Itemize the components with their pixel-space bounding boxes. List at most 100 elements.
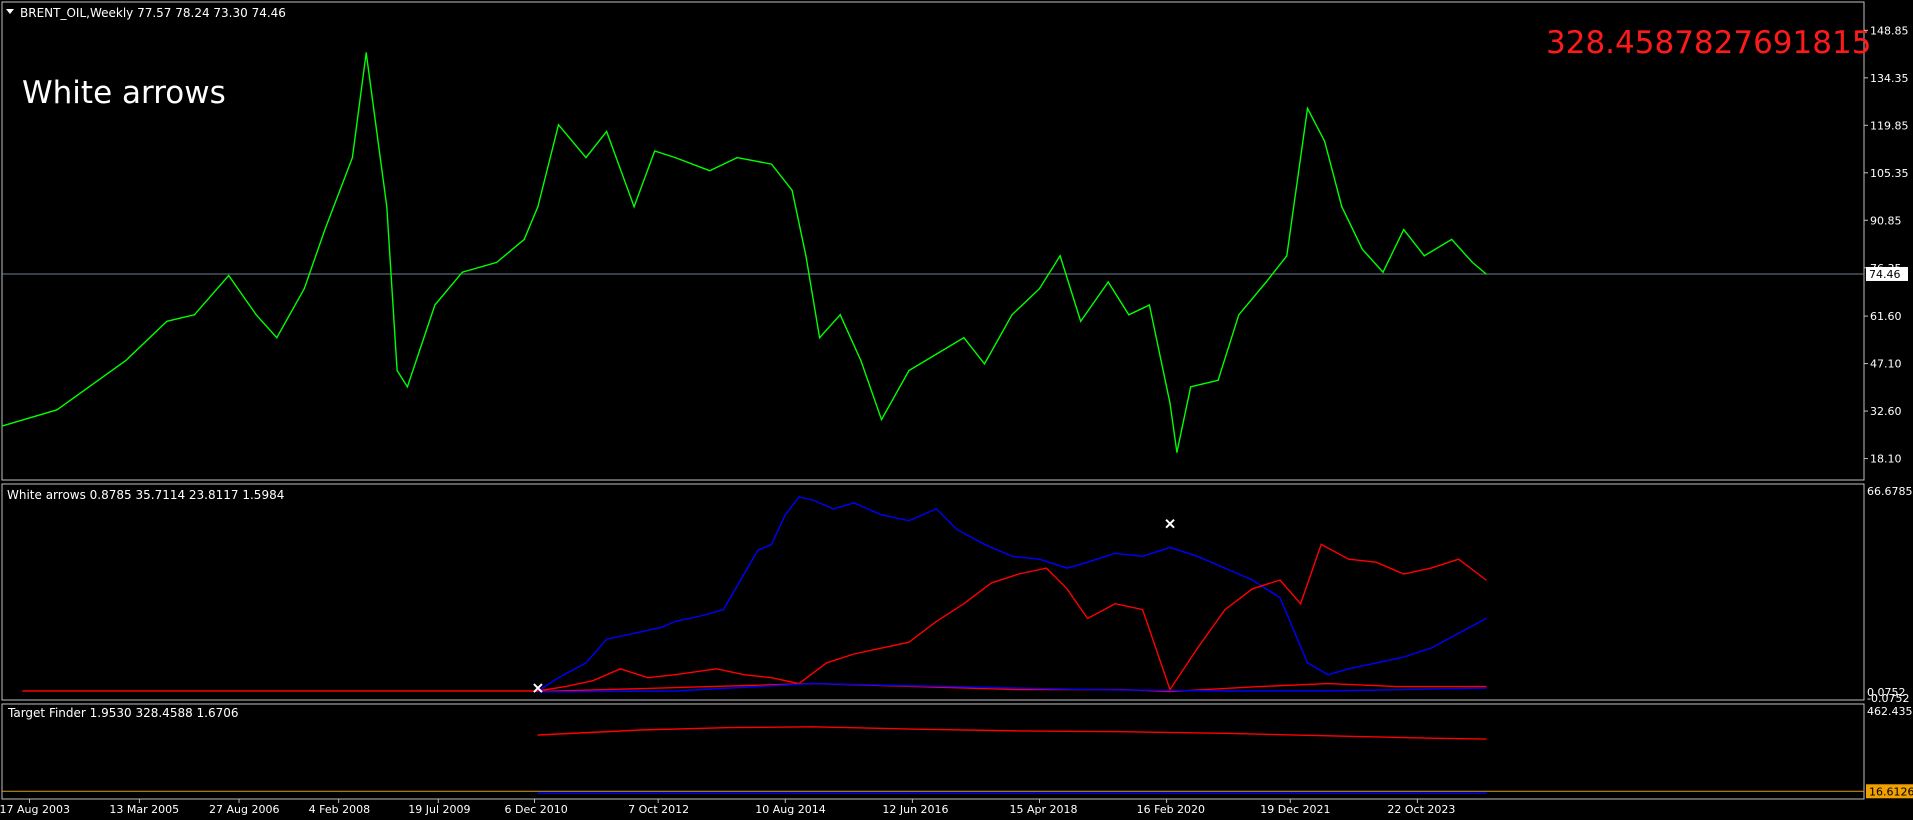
axis-layer: 148.85134.35119.85105.3590.8576.3561.604… [0,24,1913,816]
data-point-indicator-1-1-22 [1114,603,1116,605]
data-point-price-0-60 [1423,255,1425,257]
data-point-indicator-1-1-0 [22,690,24,692]
data-point-indicator-2-0-10 [1485,738,1487,740]
data-point-indicator-1-2-7 [1169,691,1171,693]
y-tick-label: 148.85 [1870,24,1909,37]
data-point-price-0-55 [1324,140,1326,142]
data-point-indicator-1-0-6 [674,620,676,623]
data-point-indicator-1-0-40 [1485,617,1487,620]
data-point-price-0-6 [228,274,230,277]
data-point-indicator-1-0-31 [1251,579,1254,581]
data-point-indicator-1-1-27 [1251,588,1254,590]
x-tick-label: 12 Jun 2016 [882,803,948,816]
x-tick-label: 10 Aug 2014 [755,803,825,816]
data-point-price-0-38 [963,337,965,339]
series-line-indicator-1-0 [537,496,1487,692]
y-tick-label: 47.10 [1870,358,1902,371]
series-line-price-0 [1,52,1487,453]
data-point-indicator-1-0-13 [798,496,800,498]
data-point-indicator-1-1-17 [990,582,993,584]
data-point-indicator-1-0-39 [1458,632,1460,634]
y-tick-label: 32.60 [1870,405,1902,418]
data-point-price-0-24 [633,206,635,208]
data-point-indicator-2-0-3 [812,726,814,728]
data-point-indicator-1-1-26 [1224,608,1226,611]
data-point-price-0-40 [1011,314,1013,316]
data-point-indicator-1-0-37 [1403,656,1405,658]
price-panel-header: BRENT_OIL,Weekly 77.57 78.24 73.30 74.46 [20,6,286,20]
data-point-indicator-1-1-12 [853,653,855,655]
data-point-indicator-1-2-5 [1018,688,1020,691]
x-tick-label: 4 Feb 2008 [309,803,370,816]
data-point-indicator-1-2-1 [606,688,608,691]
data-point-indicator-1-1-32 [1375,561,1377,563]
data-point-indicator-1-0-26 [1114,552,1116,554]
data-point-indicator-1-0-17 [880,514,883,516]
data-point-indicator-1-0-1 [557,677,560,679]
data-point-indicator-1-2-11 [1485,685,1487,688]
data-point-indicator-1-1-36 [1485,579,1487,581]
data-point-indicator-1-0-32 [1279,597,1281,599]
data-point-indicator-1-3-2 [812,683,814,685]
data-point-indicator-1-1-33 [1403,573,1405,575]
data-point-indicator-1-1-7 [715,668,718,670]
data-point-indicator-1-0-18 [908,520,910,522]
data-point-indicator-1-0-24 [1066,567,1068,569]
data-point-indicator-1-0-5 [661,626,663,628]
series-line-indicator-1-1 [22,543,1487,692]
x-tick-label: 16 Feb 2020 [1137,803,1205,816]
data-point-indicator-1-0-28 [1169,546,1171,548]
indicator-2-panel-border [1,703,1865,800]
data-point-price-0-34 [860,360,862,362]
data-point-price-0-39 [983,363,986,365]
indicator-1-header: White arrows 0.8785 35.7114 23.8117 1.59… [7,488,284,502]
data-point-price-0-7 [255,314,257,316]
data-point-price-0-25 [654,150,656,152]
dropdown-triangle-icon[interactable] [6,9,14,14]
data-point-indicator-1-2-8 [1258,685,1260,688]
data-point-price-0-32 [819,337,821,339]
data-point-indicator-1-2-10 [1396,685,1398,688]
data-point-indicator-2-0-7 [1224,732,1226,734]
data-point-indicator-1-0-35 [1348,668,1350,670]
chart-canvas: BRENT_OIL,Weekly 77.57 78.24 73.30 74.46… [0,1,1913,816]
x-tick-label: 15 Apr 2018 [1009,803,1077,816]
data-point-indicator-1-1-19 [1045,567,1047,569]
data-point-price-0-52 [1265,281,1267,283]
data-point-price-0-53 [1286,255,1288,257]
data-point-indicator-1-0-4 [633,632,635,634]
x-tick-label: 22 Oct 2023 [1387,803,1455,816]
data-point-indicator-1-1-15 [935,620,938,623]
data-point-indicator-1-1-34 [1430,567,1432,569]
data-point-indicator-1-1-31 [1348,558,1350,560]
data-point-indicator-1-0-19 [935,508,938,510]
data-point-price-0-36 [908,369,910,372]
data-point-price-0-44 [1107,281,1109,283]
data-point-price-0-12 [365,52,367,54]
overlay-value: 328.4587827691815 [1546,25,1871,61]
data-point-indicator-1-3-0 [537,691,539,693]
data-point-price-0-3 [125,360,127,362]
x-tick-label: 6 Dec 2010 [504,803,567,816]
data-point-indicator-1-1-13 [880,647,883,649]
orange-level-label: 16.6126 [1869,785,1913,798]
x-tick-label: 17 Aug 2003 [0,803,70,816]
data-point-indicator-2-0-4 [915,728,917,730]
data-point-price-0-59 [1403,229,1405,231]
y-tick-label: 18.10 [1870,453,1902,466]
data-point-indicator-1-3-3 [949,685,951,688]
data-point-price-0-41 [1038,287,1041,290]
data-point-indicator-1-1-14 [908,641,910,643]
data-point-indicator-1-1-16 [963,603,965,605]
data-point-indicator-1-3-1 [674,690,676,692]
data-point-indicator-1-1-8 [743,674,745,676]
data-point-price-0-19 [523,238,525,241]
data-point-price-0-18 [496,261,498,263]
data-point-price-0-30 [791,189,793,191]
data-point-price-0-47 [1169,402,1171,404]
data-point-indicator-1-1-9 [770,677,773,679]
data-point-price-0-50 [1217,379,1219,381]
data-point-price-0-0 [1,425,3,427]
data-point-price-0-31 [805,255,807,257]
data-point-indicator-1-0-14 [812,499,814,501]
